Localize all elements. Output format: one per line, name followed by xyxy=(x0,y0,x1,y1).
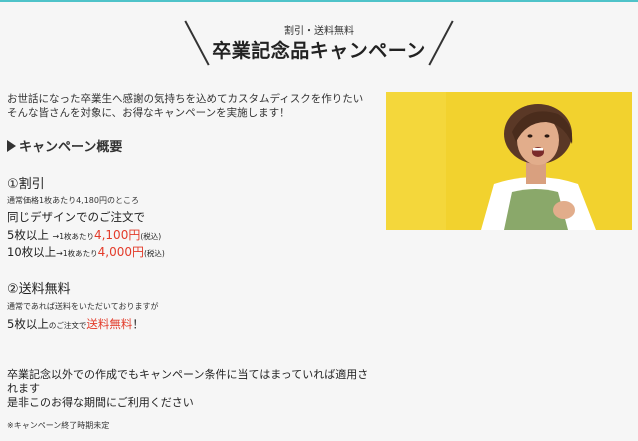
woman-photo-illustration xyxy=(386,92,632,230)
shipping-row: 5枚以上のご注文で送料無料！ xyxy=(7,316,144,332)
tier-1-tax: (税込) xyxy=(140,232,162,241)
tier-1-row: 5枚以上 →1枚あたり4,100円(税込) xyxy=(7,226,161,243)
shipping-order-text: のご注文で xyxy=(48,321,87,330)
tier-2-tax: (税込) xyxy=(143,249,165,258)
triangle-right-icon xyxy=(7,140,16,152)
discount-title: ①割引 xyxy=(7,177,45,192)
intro-line-1: お世話になった卒業生へ感謝の気持ちを込めてカスタムディスクを作りたい xyxy=(7,93,364,105)
top-accent-line xyxy=(0,0,638,2)
campaign-header: 割引・送料無料 卒業記念品キャンペーン xyxy=(0,10,638,72)
overview-heading: キャンペーン概要 xyxy=(7,136,122,155)
free-shipping-label: 送料無料 xyxy=(86,317,133,331)
footer-line-2: れます xyxy=(7,382,40,395)
intro-text: お世話になった卒業生へ感謝の気持ちを込めてカスタムディスクを作りたい そんな皆さ… xyxy=(7,92,379,120)
footer-line-1: 卒業記念以外での作成でもキャンペーン条件に当てはまっていれば適用さ xyxy=(7,368,369,381)
shipping-note: 通常であれば送料をいただいておりますが xyxy=(7,302,159,311)
shipping-title: ②送料無料 xyxy=(7,282,71,297)
tier-1-per: 1枚あたり xyxy=(59,232,94,241)
overview-label: キャンペーン概要 xyxy=(19,140,123,155)
tier-2-price: 4,000円 xyxy=(97,245,144,259)
footer-text: 卒業記念以外での作成でもキャンペーン条件に当てはまっていれば適用さ れます 是非… xyxy=(7,368,377,410)
tier-1-qty: 5枚以上 xyxy=(7,228,49,242)
header-subtitle: 割引・送料無料 xyxy=(284,26,354,37)
shipping-exclaim: ！ xyxy=(132,317,144,331)
arrow-right-icon: → xyxy=(56,249,63,258)
footer-line-3: 是非このお得な期間にご利用ください xyxy=(7,396,194,409)
regular-price-note: 通常価格1枚あたり4,180円のところ xyxy=(7,196,139,205)
same-design-text: 同じデザインでのご注文で xyxy=(7,210,145,224)
header-title: 卒業記念品キャンペーン xyxy=(212,40,426,62)
tier-2-row: 10枚以上→1枚あたり4,000円(税込) xyxy=(7,243,165,260)
campaign-end-note: ※キャンペーン終了時期未定 xyxy=(7,421,110,430)
tier-2-qty: 10枚以上 xyxy=(7,245,57,259)
tier-1-price: 4,100円 xyxy=(93,228,141,242)
tier-2-per: 1枚あたり xyxy=(62,249,98,258)
campaign-photo xyxy=(386,92,632,230)
intro-line-2: そんな皆さんを対象に、お得なキャンペーンを実施します！ xyxy=(7,107,290,119)
shipping-qty: 5枚以上 xyxy=(7,317,49,331)
